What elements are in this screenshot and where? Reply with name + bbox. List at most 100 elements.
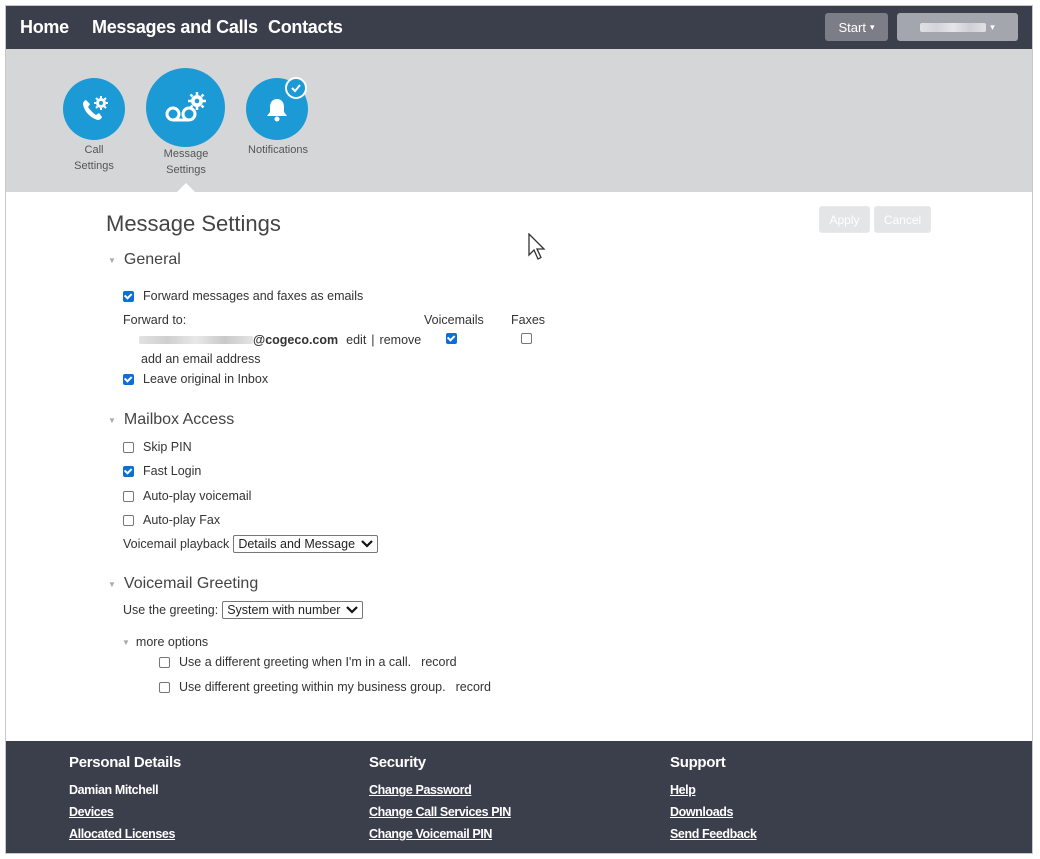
fast-login-checkbox[interactable] [123, 465, 134, 477]
faxes-forward-cell [521, 333, 541, 344]
faxes-forward-checkbox[interactable] [521, 333, 532, 344]
general-section-toggle[interactable]: ▼ General [108, 251, 181, 269]
phone-gear-icon [83, 96, 108, 120]
link-separator: | [371, 333, 375, 347]
selected-pointer [177, 183, 195, 192]
more-options-label: more options [135, 635, 209, 649]
autoplay-voicemail-label: Auto-play voicemail [143, 489, 252, 503]
email-domain: @cogeco.com [253, 333, 339, 347]
footer-feedback-link[interactable]: Send Feedback [670, 823, 757, 845]
greeting-in-call-row: Use a different greeting when I'm in a c… [159, 655, 457, 669]
footer-change-call-pin-link[interactable]: Change Call Services PIN [369, 801, 511, 823]
footer-devices-link[interactable]: Devices [69, 801, 181, 823]
user-menu-button[interactable]: ▾ [897, 13, 1018, 41]
chevron-down-icon [346, 606, 359, 614]
voicemail-playback-select[interactable]: Details and Message [233, 535, 379, 553]
autoplay-fax-checkbox[interactable] [123, 514, 134, 526]
voicemails-column-header: Voicemails [424, 313, 484, 327]
footer-user-name: Damian Mitchell [69, 783, 159, 797]
fast-login-row: Fast Login [123, 464, 201, 478]
collapse-triangle-icon: ▼ [122, 637, 130, 647]
greeting-business-row: Use different greeting within my busines… [159, 680, 491, 694]
bell-icon [267, 99, 287, 122]
footer-downloads-link[interactable]: Downloads [670, 801, 757, 823]
use-greeting-row: Use the greeting: System with number [123, 601, 364, 619]
footer-support-heading: Support [670, 754, 726, 771]
nav-contacts-link[interactable]: Contacts [268, 17, 343, 38]
record-business-link[interactable]: record [456, 680, 491, 694]
voicemail-gear-icon [165, 91, 206, 121]
leave-original-label: Leave original in Inbox [143, 372, 269, 386]
footer-change-voicemail-pin-link[interactable]: Change Voicemail PIN [369, 823, 511, 845]
call-settings-button[interactable] [63, 78, 125, 140]
skip-pin-row: Skip PIN [123, 440, 192, 454]
call-settings-label: Call Settings [74, 144, 114, 172]
start-dropdown-button[interactable]: Start ▾ [825, 13, 888, 41]
greeting-business-checkbox[interactable] [159, 681, 170, 693]
use-greeting-value: System with number [227, 603, 341, 617]
autoplay-fax-label: Auto-play Fax [143, 513, 221, 527]
greeting-in-call-checkbox[interactable] [159, 656, 170, 668]
chevron-down-icon [361, 540, 373, 548]
use-greeting-label: Use the greeting: [123, 603, 219, 617]
add-email-link[interactable]: add an email address [141, 352, 261, 366]
settings-icon-band: Call Settings Message Settings Notificat… [6, 49, 1032, 192]
remove-email-link[interactable]: remove [380, 333, 422, 347]
collapse-triangle-icon: ▼ [108, 579, 116, 589]
footer-security-heading: Security [369, 754, 426, 771]
cancel-button[interactable]: Cancel [874, 206, 931, 233]
record-in-call-link[interactable]: record [421, 655, 456, 669]
check-badge-icon [285, 77, 307, 99]
footer-personal-heading: Personal Details [69, 754, 181, 771]
greeting-heading: Voicemail Greeting [123, 575, 259, 592]
greeting-section-toggle[interactable]: ▼ Voicemail Greeting [108, 575, 258, 593]
redacted-user-name [920, 22, 987, 32]
leave-original-row: Leave original in Inbox [123, 372, 268, 386]
edit-email-link[interactable]: edit [346, 333, 366, 347]
footer-security-column: Security Change Password Change Call Ser… [369, 754, 511, 845]
redacted-email-user [139, 336, 253, 344]
footer-licenses-link[interactable]: Allocated Licenses [69, 823, 181, 845]
fast-login-label: Fast Login [143, 464, 202, 478]
top-nav-bar: Home Messages and Calls Contacts Start ▾ … [6, 6, 1032, 49]
forward-emails-checkbox[interactable] [123, 290, 134, 302]
use-greeting-select[interactable]: System with number [222, 601, 364, 619]
forward-email-entry: @cogeco.com edit | remove [139, 333, 421, 347]
nav-messages-calls-link[interactable]: Messages and Calls [92, 17, 258, 38]
mailbox-section-toggle[interactable]: ▼ Mailbox Access [108, 411, 234, 429]
skip-pin-checkbox[interactable] [123, 441, 134, 453]
app-window: Home Messages and Calls Contacts Start ▾ … [5, 5, 1033, 854]
apply-button[interactable]: Apply [819, 206, 870, 233]
leave-original-checkbox[interactable] [123, 373, 134, 385]
page-title: Message Settings [106, 211, 281, 236]
forward-emails-label: Forward messages and faxes as emails [143, 289, 364, 303]
collapse-triangle-icon: ▼ [108, 415, 116, 425]
more-options-toggle[interactable]: ▼ more options [122, 635, 208, 649]
footer-support-column: Support Help Downloads Send Feedback [670, 754, 757, 845]
footer-personal-column: Personal Details Damian Mitchell Devices… [69, 754, 181, 845]
voicemail-playback-label: Voicemail playback [123, 537, 230, 551]
greeting-in-call-label: Use a different greeting when I'm in a c… [179, 655, 412, 669]
voicemails-forward-checkbox[interactable] [446, 333, 457, 344]
message-settings-label: Message Settings [163, 148, 209, 176]
voicemail-playback-row: Voicemail playback Details and Message [123, 535, 379, 553]
voicemails-forward-cell [446, 333, 466, 344]
mailbox-heading: Mailbox Access [123, 411, 235, 428]
nav-home-link[interactable]: Home [20, 17, 69, 38]
collapse-triangle-icon: ▼ [108, 255, 116, 265]
autoplay-voicemail-row: Auto-play voicemail [123, 489, 251, 503]
notifications-label: Notifications [248, 144, 308, 156]
footer: Personal Details Damian Mitchell Devices… [6, 741, 1032, 853]
message-settings-button[interactable] [146, 68, 225, 147]
autoplay-voicemail-checkbox[interactable] [123, 490, 134, 502]
faxes-column-header: Faxes [511, 313, 546, 327]
footer-change-password-link[interactable]: Change Password [369, 779, 511, 801]
start-label: Start [838, 19, 866, 35]
forward-emails-row: Forward messages and faxes as emails [123, 289, 363, 303]
forward-to-label: Forward to: [123, 313, 187, 327]
footer-help-link[interactable]: Help [670, 779, 757, 801]
skip-pin-label: Skip PIN [143, 440, 192, 454]
autoplay-fax-row: Auto-play Fax [123, 513, 220, 527]
mouse-cursor-icon [528, 233, 546, 260]
caret-down-icon: ▾ [990, 21, 995, 32]
